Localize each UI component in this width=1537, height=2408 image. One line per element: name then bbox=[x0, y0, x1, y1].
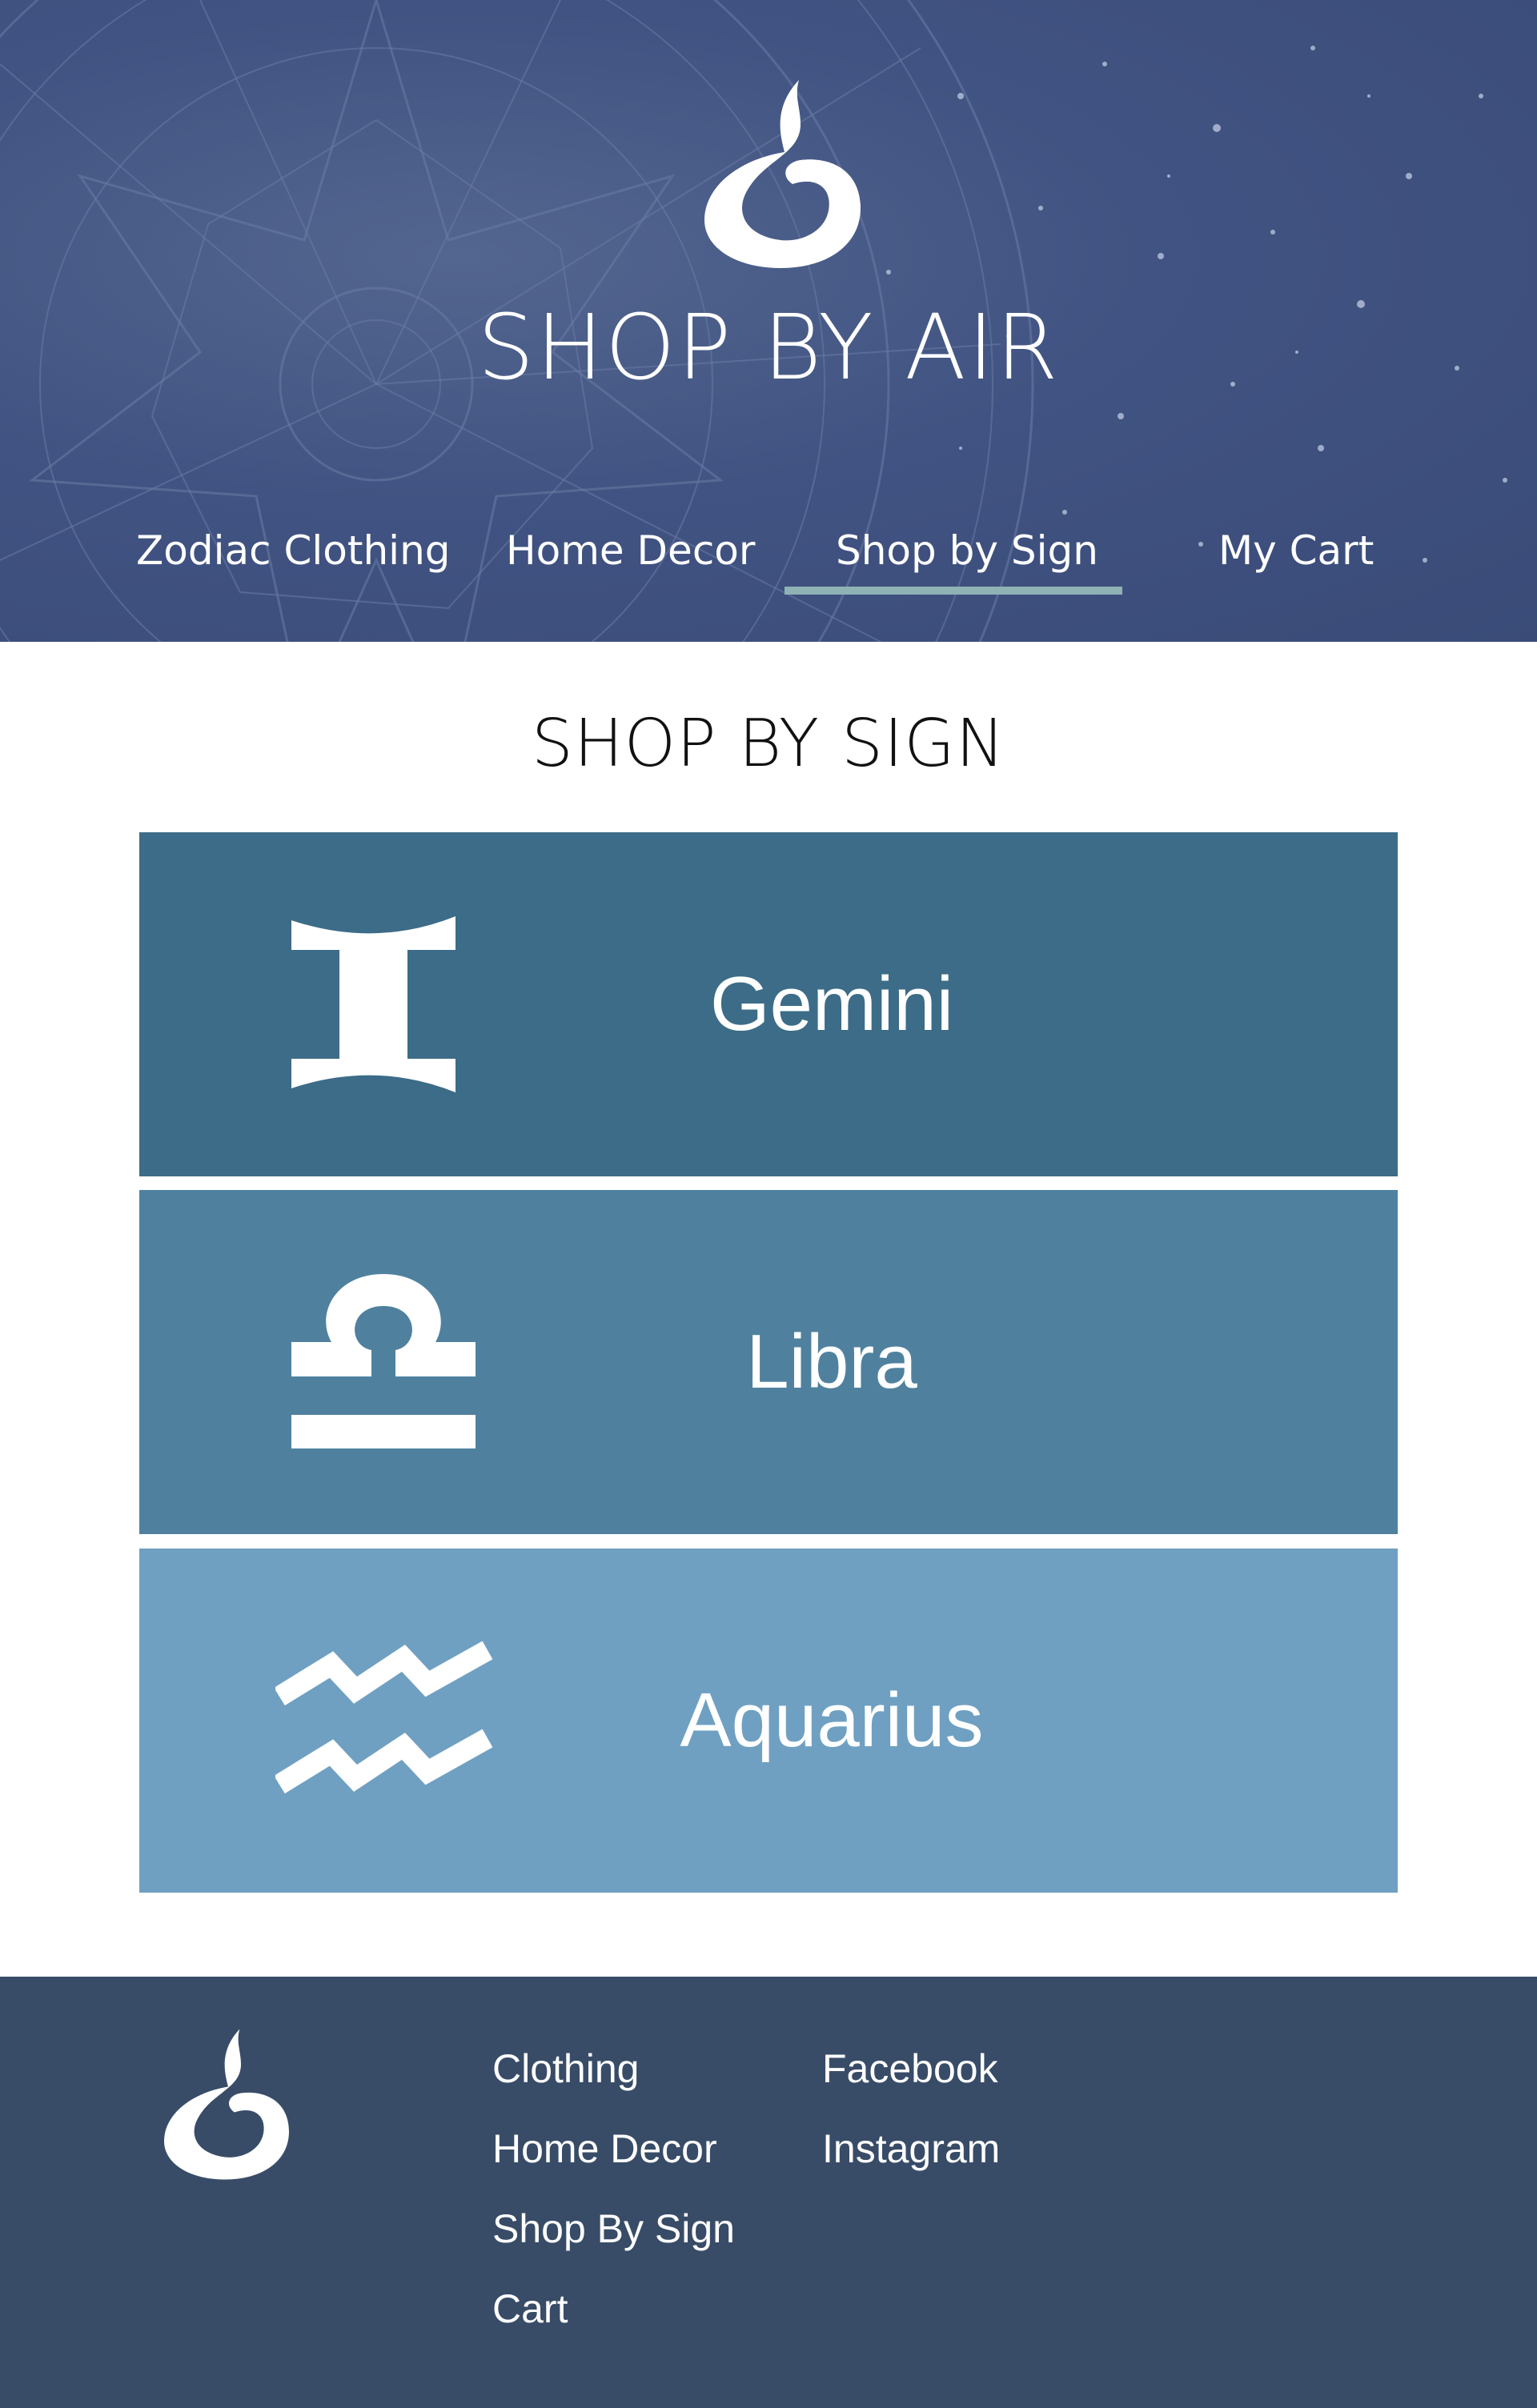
sign-label-gemini: Gemini bbox=[709, 961, 954, 1047]
sign-card-aquarius[interactable]: Aquarius bbox=[139, 1549, 1398, 1893]
footer-link-cart[interactable]: Cart bbox=[492, 2285, 568, 2333]
nav-item-home-decor[interactable]: Home Decor bbox=[506, 519, 755, 583]
footer-link-facebook[interactable]: Facebook bbox=[822, 2045, 998, 2093]
sign-label-aquarius: Aquarius bbox=[680, 1677, 984, 1763]
page-title: SHOP BY SIGN bbox=[531, 706, 1006, 782]
footer-link-home-decor[interactable]: Home Decor bbox=[492, 2125, 717, 2173]
footer-link-shop-by-sign[interactable]: Shop By Sign bbox=[492, 2205, 735, 2253]
header-hero: SHOP BY AIR Zodiac Clothing Home Decor S… bbox=[0, 0, 1537, 642]
sign-label-libra: Libra bbox=[746, 1319, 917, 1404]
sign-card-gemini[interactable]: Gemini bbox=[139, 832, 1398, 1176]
site-title: SHOP BY AIR bbox=[477, 296, 1060, 400]
nav-item-zodiac-clothing[interactable]: Zodiac Clothing bbox=[136, 519, 451, 583]
footer: Clothing Home Decor Shop By Sign Cart Fa… bbox=[0, 1977, 1537, 2408]
nav-active-indicator bbox=[785, 587, 1122, 595]
main-nav: Zodiac Clothing Home Decor Shop by Sign … bbox=[0, 519, 1537, 599]
footer-link-clothing[interactable]: Clothing bbox=[492, 2045, 639, 2093]
air-flame-logo-icon[interactable] bbox=[164, 2025, 292, 2181]
sign-card-libra[interactable]: Libra bbox=[139, 1190, 1398, 1534]
nav-item-shop-by-sign[interactable]: Shop by Sign bbox=[836, 519, 1098, 583]
footer-link-instagram[interactable]: Instagram bbox=[822, 2125, 1000, 2173]
air-flame-logo-icon[interactable] bbox=[704, 76, 865, 268]
nav-item-my-cart[interactable]: My Cart bbox=[1218, 519, 1374, 583]
